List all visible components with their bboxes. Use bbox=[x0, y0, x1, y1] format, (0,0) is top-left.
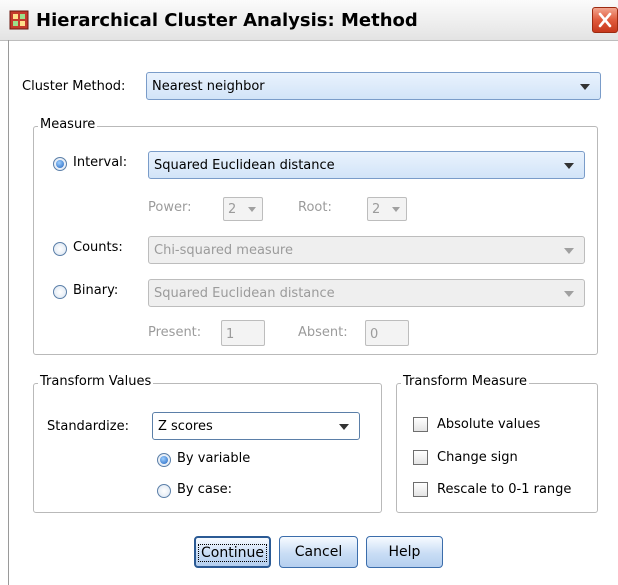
absolute-values-label: Absolute values bbox=[437, 417, 541, 432]
by-case-label: By case: bbox=[177, 482, 233, 497]
chevron-down-icon bbox=[564, 163, 574, 169]
close-icon bbox=[598, 12, 612, 28]
app-icon bbox=[9, 10, 29, 30]
window-title: Hierarchical Cluster Analysis: Method bbox=[36, 10, 418, 31]
cluster-method-value: Nearest neighbor bbox=[152, 79, 265, 94]
absent-label: Absent: bbox=[298, 325, 348, 340]
by-variable-label: By variable bbox=[177, 451, 251, 466]
title-bar[interactable]: Hierarchical Cluster Analysis: Method bbox=[0, 0, 618, 41]
power-value: 2 bbox=[228, 202, 237, 217]
continue-button[interactable]: Continue bbox=[194, 536, 271, 568]
binary-label: Binary: bbox=[73, 283, 119, 298]
counts-select: Chi-squared measure bbox=[148, 236, 585, 264]
by-variable-radio[interactable] bbox=[157, 453, 171, 467]
transform-values-title: Transform Values bbox=[38, 374, 154, 389]
interval-select[interactable]: Squared Euclidean distance bbox=[148, 151, 585, 179]
root-value: 2 bbox=[372, 202, 381, 217]
dialog-window: Hierarchical Cluster Analysis: Method Cl… bbox=[0, 0, 618, 585]
change-sign-checkbox[interactable] bbox=[413, 450, 428, 465]
interval-label: Interval: bbox=[73, 155, 128, 170]
chevron-down-icon bbox=[392, 207, 400, 212]
power-label: Power: bbox=[148, 200, 192, 215]
binary-select: Squared Euclidean distance bbox=[148, 279, 585, 307]
change-sign-label: Change sign bbox=[437, 450, 518, 465]
chevron-down-icon bbox=[339, 424, 349, 430]
cancel-button-label: Cancel bbox=[294, 544, 343, 560]
help-button[interactable]: Help bbox=[366, 536, 443, 568]
transform-measure-title: Transform Measure bbox=[401, 374, 530, 389]
cluster-method-label: Cluster Method: bbox=[22, 79, 126, 94]
counts-radio[interactable] bbox=[53, 242, 67, 256]
standardize-label: Standardize: bbox=[47, 419, 129, 434]
help-button-label: Help bbox=[388, 544, 421, 560]
binary-radio[interactable] bbox=[53, 285, 67, 299]
cluster-method-select[interactable]: Nearest neighbor bbox=[146, 72, 601, 100]
continue-button-label: Continue bbox=[198, 544, 267, 562]
close-button[interactable] bbox=[592, 7, 618, 33]
counts-value: Chi-squared measure bbox=[154, 243, 293, 258]
absent-field: 0 bbox=[365, 320, 409, 346]
counts-label: Counts: bbox=[73, 240, 123, 255]
root-label: Root: bbox=[298, 200, 332, 215]
interval-radio[interactable] bbox=[53, 157, 67, 171]
by-case-radio[interactable] bbox=[157, 484, 171, 498]
root-select: 2 bbox=[367, 197, 407, 221]
rescale-checkbox[interactable] bbox=[413, 482, 428, 497]
power-select: 2 bbox=[223, 197, 263, 221]
cancel-button[interactable]: Cancel bbox=[279, 536, 358, 568]
standardize-select[interactable]: Z scores bbox=[152, 412, 360, 440]
chevron-down-icon bbox=[248, 207, 256, 212]
chevron-down-icon bbox=[580, 84, 590, 90]
absent-value: 0 bbox=[370, 327, 379, 342]
chevron-down-icon bbox=[564, 248, 574, 254]
binary-value: Squared Euclidean distance bbox=[154, 286, 335, 301]
standardize-value: Z scores bbox=[158, 419, 213, 434]
present-label: Present: bbox=[148, 325, 202, 340]
measure-group-title: Measure bbox=[38, 117, 98, 132]
chevron-down-icon bbox=[564, 291, 574, 297]
absolute-values-checkbox[interactable] bbox=[413, 417, 428, 432]
interval-value: Squared Euclidean distance bbox=[154, 158, 335, 173]
rescale-label: Rescale to 0-1 range bbox=[437, 482, 572, 497]
present-field: 1 bbox=[221, 320, 265, 346]
present-value: 1 bbox=[226, 327, 235, 342]
